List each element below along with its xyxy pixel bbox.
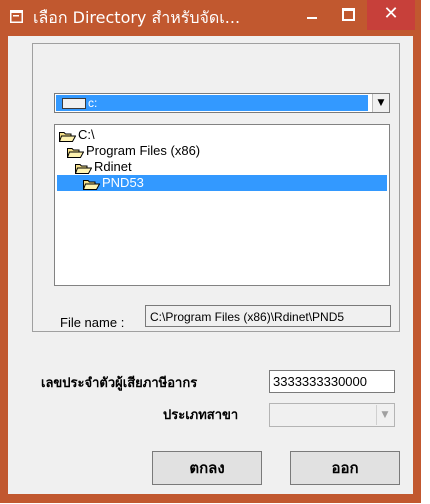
directory-item-pnd53[interactable]: PND53 bbox=[57, 175, 387, 191]
close-button[interactable]: ✕ bbox=[367, 0, 415, 30]
drive-label: c: bbox=[88, 96, 98, 110]
window-title: เลือก Directory สำหรับจัดเ... bbox=[33, 8, 241, 27]
directory-label: Program Files (x86) bbox=[86, 143, 201, 158]
directory-item-rdinet[interactable]: Rdinet bbox=[74, 159, 132, 175]
directory-item-root[interactable]: C:\ bbox=[58, 127, 95, 143]
file-name-field[interactable]: C:\Program Files (x86)\Rdinet\PND5 bbox=[145, 305, 391, 327]
open-folder-icon bbox=[82, 178, 101, 191]
open-folder-icon bbox=[58, 130, 77, 143]
ok-button[interactable]: ตกลง bbox=[152, 451, 262, 485]
dropdown-arrow-icon[interactable]: ▼ bbox=[376, 405, 393, 425]
drive-dropdown[interactable]: c: ▼ bbox=[54, 93, 390, 113]
directory-list[interactable]: C:\ Program Files (x86) Rdinet PND53 bbox=[54, 124, 390, 286]
app-icon bbox=[10, 10, 23, 23]
dialog-window: เลือก Directory สำหรับจัดเ... ✕ c: ▼ C:\… bbox=[0, 0, 421, 503]
branch-type-label: ประเภทสาขา bbox=[163, 408, 239, 423]
directory-label: PND53 bbox=[102, 175, 144, 190]
open-folder-icon bbox=[74, 162, 93, 175]
directory-label: Rdinet bbox=[94, 159, 132, 174]
tax-id-input[interactable]: 3333333330000 bbox=[269, 370, 395, 393]
file-name-label: File name : bbox=[60, 315, 125, 330]
directory-item-program-files[interactable]: Program Files (x86) bbox=[66, 143, 201, 159]
branch-type-dropdown[interactable]: ▼ bbox=[269, 403, 395, 427]
title-bar[interactable]: เลือก Directory สำหรับจัดเ... ✕ bbox=[0, 0, 421, 36]
open-folder-icon bbox=[66, 146, 85, 159]
maximize-button[interactable] bbox=[331, 0, 365, 30]
exit-button[interactable]: ออก bbox=[290, 451, 400, 485]
tax-id-label: เลขประจำตัวผู้เสียภาษีอากร bbox=[41, 376, 198, 391]
minimize-button[interactable] bbox=[295, 0, 329, 30]
drive-icon bbox=[62, 98, 86, 109]
drive-selected-value: c: bbox=[56, 95, 368, 111]
directory-label: C:\ bbox=[78, 127, 95, 142]
dropdown-arrow-icon[interactable]: ▼ bbox=[372, 94, 389, 112]
